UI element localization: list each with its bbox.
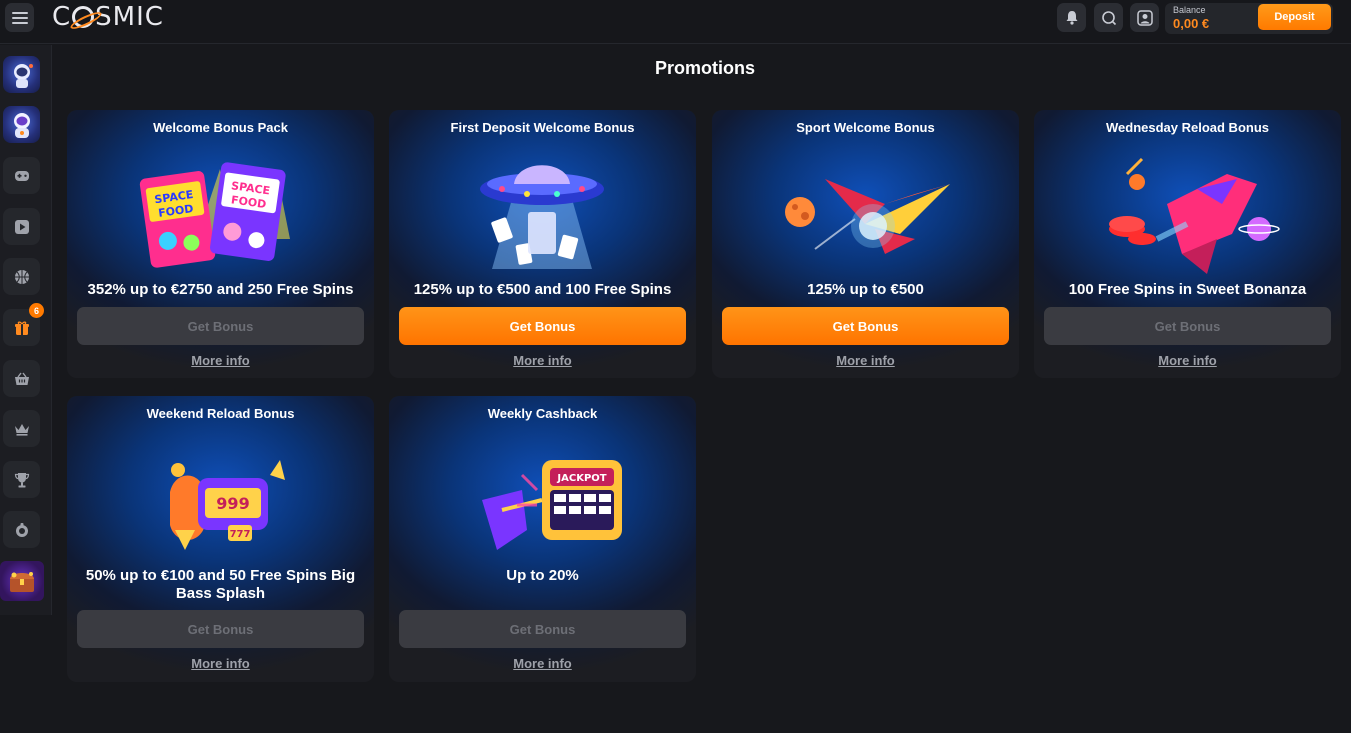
more-info-link[interactable]: More info [513,656,572,671]
get-bonus-button[interactable]: Get Bonus [77,307,364,345]
page-title: Promotions [654,58,755,78]
promo-card-wednesday-reload-bonus: Wednesday Reload Bonus 100 Free Spins in… [1034,110,1341,378]
sports-button[interactable] [3,258,40,295]
balance-panel: Balance 0,00 € Deposit [1165,3,1333,34]
get-bonus-button[interactable]: Get Bonus [399,307,686,345]
basketball-icon [14,269,29,284]
cosmic-logo[interactable]: C SMIC [52,2,164,32]
games-button[interactable] [3,157,40,194]
promo-card-title: Weekly Cashback [487,406,598,421]
menu-icon [11,11,28,24]
promo-card-first-deposit-welcome-bonus: First Deposit Welcome Bonus 125% up to €… [389,110,696,378]
top-bar: C SMIC Balance 0,00 € Deposit [0,0,1351,44]
promo-card-offer: 125% up to €500 [807,281,924,298]
vip-button[interactable] [3,410,40,447]
rocket-planet-illustration [765,144,965,274]
shop-button[interactable] [3,360,40,397]
treasure-chest-icon [10,572,34,592]
gamepad-icon [14,170,29,181]
promotions-count-badge: 6 [29,303,44,318]
profile-button[interactable] [1130,3,1159,32]
ufo-cards-illustration [442,144,642,274]
more-info-link[interactable]: More info [836,353,895,368]
svg-text:777: 777 [230,529,251,540]
gift-icon [14,320,29,335]
tournaments-button[interactable] [3,461,40,498]
promo-card-offer: 100 Free Spins in Sweet Bonanza [1068,281,1307,298]
svg-text:999: 999 [216,494,249,513]
astronaut-game-thumbnail[interactable] [3,56,40,93]
crown-icon [14,423,29,436]
user-icon [1136,9,1153,26]
promotions-button[interactable]: 6 [3,303,44,346]
treasure-chest-thumbnail[interactable] [0,561,44,601]
more-info-link[interactable]: More info [1158,353,1217,368]
menu-button[interactable] [5,3,34,32]
trophy-icon [14,472,29,487]
get-bonus-button[interactable]: Get Bonus [722,307,1009,345]
astronaut-mascot-thumbnail[interactable] [3,106,40,143]
get-bonus-button[interactable]: Get Bonus [1044,307,1331,345]
promo-card-title: Wednesday Reload Bonus [1105,120,1269,135]
notifications-button[interactable] [1057,3,1086,32]
promo-card-welcome-bonus-pack: Welcome Bonus Pack SPACE FOOD SPACE FOOD… [67,110,374,378]
more-info-link[interactable]: More info [191,353,250,368]
get-bonus-button[interactable]: Get Bonus [399,610,686,648]
promo-card-title: Weekend Reload Bonus [146,406,295,421]
basket-icon [14,372,29,385]
jackpot-blaster-illustration: JACKPOT [442,430,642,560]
promo-card-weekly-cashback: Weekly Cashback JACKPOT Up to 20% Get Bo… [389,396,696,682]
more-info-link[interactable]: More info [513,353,572,368]
promo-card-offer: Up to 20% [506,567,579,584]
promo-card-title: First Deposit Welcome Bonus [450,120,635,135]
live-casino-button[interactable] [3,208,40,245]
promo-card-weekend-reload-bonus: Weekend Reload Bonus 999 777 50% up to €… [67,396,374,682]
get-bonus-button[interactable]: Get Bonus [77,610,364,648]
balance-value: 0,00 € [1173,16,1210,31]
wheel-button[interactable] [3,511,40,548]
astronaut-icon [13,112,30,138]
promo-card-offer: 125% up to €500 and 100 Free Spins [413,281,672,298]
space-food-bags-illustration: SPACE FOOD SPACE FOOD [120,144,320,274]
promo-card-offer: 352% up to €2750 and 250 Free Spins [87,281,354,298]
sidebar: 6 [0,45,52,615]
promo-card-sport-welcome-bonus: Sport Welcome Bonus 125% up to €500 Get … [712,110,1019,378]
more-info-link[interactable]: More info [191,656,250,671]
search-button[interactable] [1094,3,1123,32]
svg-text:JACKPOT: JACKPOT [556,473,606,484]
logo-letter-c: C [52,2,72,32]
promo-card-offer: 50% up to €100 and 50 Free Spins Big Bas… [85,567,356,602]
promo-card-title: Sport Welcome Bonus [796,120,935,135]
balance-label: Balance [1173,5,1206,15]
play-icon [14,219,29,234]
logo-letters: SMIC [95,2,164,32]
astronaut-icon [13,63,33,88]
spaceship-chips-illustration [1087,144,1287,274]
coin-icon [15,522,28,537]
deposit-button[interactable]: Deposit [1258,4,1331,30]
promo-card-title: Welcome Bonus Pack [153,120,288,135]
bell-icon [1066,11,1077,25]
search-icon [1101,10,1116,25]
slot-rocket-illustration: 999 777 [120,430,320,560]
planet-ring-icon [72,6,95,28]
